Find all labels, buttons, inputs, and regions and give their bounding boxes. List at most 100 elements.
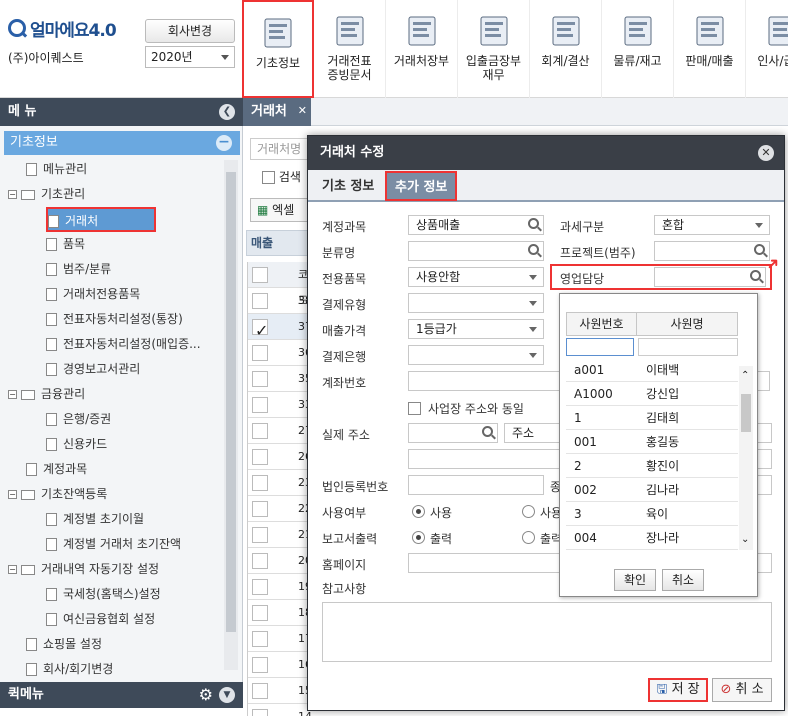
menu-item[interactable]: 경영보고서관리 [46,357,222,382]
menu-item[interactable]: 전표자동처리설정(매입증... [46,332,222,357]
toolbar-button-6[interactable]: 판매/매출 [674,0,746,98]
table-row[interactable]: 16 [248,652,312,678]
table-row[interactable]: 22 [248,496,312,522]
menu-item[interactable]: 여신금융협회 설정 [46,607,222,632]
menu-item[interactable]: 회사/회기변경 [26,657,222,682]
zipcode-input[interactable] [408,423,498,443]
collapse-left-icon[interactable]: ❮ [219,104,235,120]
chevron-down-icon[interactable]: ▼ [219,687,235,703]
select-all-checkbox[interactable] [252,267,268,283]
table-row[interactable]: 27 [248,418,312,444]
close-icon[interactable]: ✕ [298,97,307,125]
excel-button[interactable]: ▦ 엑셀 [250,198,310,222]
row-checkbox[interactable] [252,553,268,569]
cancel-button[interactable]: ⊘ 취 소 [712,678,772,702]
row-checkbox[interactable] [252,371,268,387]
menu-item[interactable]: 신용카드 [46,432,222,457]
row-checkbox[interactable] [252,657,268,673]
row-checkbox[interactable] [252,527,268,543]
menu-section-basic-info[interactable]: 기초정보 − [4,131,240,155]
menu-item[interactable]: 계정별 거래처 초기잔액 [46,532,222,557]
project-field[interactable] [654,241,770,261]
use-radio-yes[interactable] [412,505,425,518]
table-row[interactable]: 26 [248,444,312,470]
menu-item[interactable]: − 기초관리 [8,182,222,207]
row-checkbox[interactable] [252,709,268,716]
tab-basic-info[interactable]: 기초 정보 [314,172,382,202]
account-field[interactable]: 상품매출 [408,215,544,235]
search-icon[interactable] [528,244,539,255]
menu-item[interactable]: 전표자동처리설정(통장) [46,307,222,332]
quick-menu-bar[interactable]: 퀵메뉴 ⚙ ▼ [0,682,243,708]
minus-icon[interactable]: − [8,190,17,199]
same-address-checkbox[interactable] [408,402,421,415]
toolbar-button-0[interactable]: 기초정보 [242,0,314,98]
employee-row[interactable]: 002 김나라 [566,478,738,502]
row-checkbox[interactable] [252,605,268,621]
sales-rep-field[interactable] [654,267,766,287]
table-row[interactable]: 17 [248,626,312,652]
report-radio-no[interactable] [522,531,535,544]
menu-item[interactable]: 계정별 초기이월 [46,507,222,532]
payment-type-select[interactable] [408,293,544,313]
report-radio-yes[interactable] [412,531,425,544]
toolbar-button-5[interactable]: 물류/재고 [602,0,674,98]
filter-employee-no[interactable] [566,338,634,356]
payment-bank-select[interactable] [408,345,544,365]
row-checkbox[interactable] [252,397,268,413]
toolbar-button-1[interactable]: 거래전표 증빙문서 [314,0,386,98]
table-row[interactable]: 19 [248,574,312,600]
menu-item[interactable]: 메뉴관리 [26,157,222,182]
menu-item[interactable]: 계정과목 [26,457,222,482]
table-row[interactable]: 15 [248,678,312,704]
account-no-input[interactable] [408,371,560,391]
year-select[interactable]: 2020년 [145,46,235,68]
category-field[interactable] [408,241,544,261]
row-checkbox[interactable] [252,631,268,647]
menu-item[interactable]: 거래처전용품목 [46,282,222,307]
toolbar-button-2[interactable]: 거래처장부 [386,0,458,98]
corp-no-input[interactable] [408,475,544,495]
tab-additional-info[interactable]: 추가 정보 [385,171,458,201]
save-button[interactable]: 🖫 저 장 [648,678,708,702]
address-detail-input[interactable] [408,449,560,469]
employee-row[interactable]: a001 이태백 [566,358,738,382]
menu-item[interactable]: 품목 [46,232,222,257]
menu-item[interactable]: − 거래내역 자동기장 설정 [8,557,222,582]
close-icon[interactable]: ✕ [758,145,774,161]
menu-scrollbar[interactable] [224,160,238,670]
table-row[interactable]: 23 [248,470,312,496]
address-input[interactable]: 주소 [504,423,560,443]
menu-item[interactable]: 범주/분류 [46,257,222,282]
minus-icon[interactable]: − [8,390,17,399]
popup-scrollbar-thumb[interactable] [741,394,751,432]
tab-customer[interactable]: 거래처 ✕ [243,98,311,126]
search-icon[interactable] [482,426,493,437]
row-checkbox[interactable] [252,449,268,465]
search-input[interactable]: 거래처명 [250,138,310,160]
toolbar-button-4[interactable]: 회계/결산 [530,0,602,98]
minus-icon[interactable]: − [8,490,17,499]
table-row[interactable]: 14 [248,704,312,716]
employee-row[interactable]: 3 육이 [566,502,738,526]
gear-icon[interactable]: ⚙ [199,682,213,708]
table-row[interactable]: 35 [248,366,312,392]
menu-item[interactable]: − 금융관리 [8,382,222,407]
tab-sales[interactable]: 매출 [246,230,310,256]
search-icon[interactable] [750,270,761,281]
menu-item[interactable]: 은행/증권 [46,407,222,432]
row-checkbox[interactable] [252,683,268,699]
scroll-up-icon[interactable]: ⌃ [741,370,749,381]
memo-textarea[interactable] [322,602,772,662]
menu-item[interactable]: − 기초잔액등록 [8,482,222,507]
table-row[interactable]: 33 [248,392,312,418]
search-icon[interactable] [754,244,765,255]
collapse-minus-icon[interactable]: − [216,135,232,151]
menu-scrollbar-thumb[interactable] [226,172,236,632]
table-row[interactable]: 20 [248,548,312,574]
tax-type-select[interactable]: 혼합 [654,215,770,235]
employee-row[interactable]: A1000 강신입 [566,382,738,406]
change-company-button[interactable]: 회사변경 [145,19,235,43]
row-checkbox[interactable] [252,579,268,595]
scroll-down-icon[interactable]: ⌄ [741,534,749,545]
